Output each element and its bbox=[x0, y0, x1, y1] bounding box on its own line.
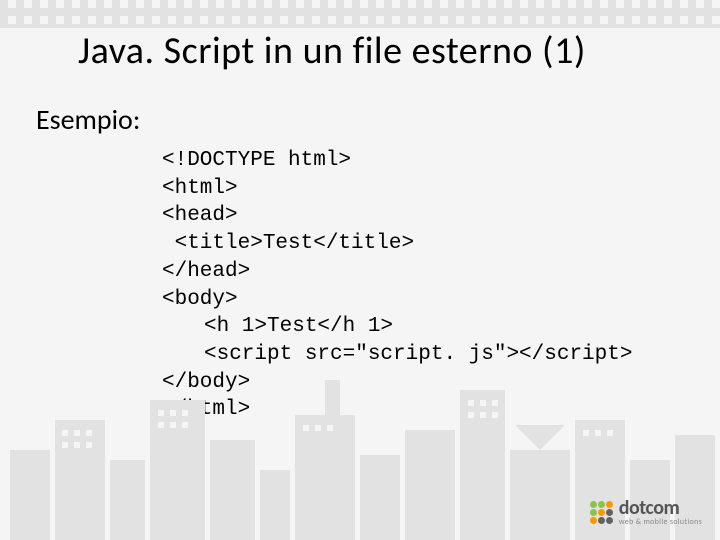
logo-tagline: web & mobile solutions bbox=[619, 518, 702, 526]
code-line: </head> bbox=[162, 260, 250, 283]
code-line: <body> bbox=[162, 288, 238, 311]
code-block: <!DOCTYPE html> <html> <head> <title>Tes… bbox=[0, 137, 720, 424]
code-line: </html> bbox=[162, 398, 250, 421]
code-line: </body> bbox=[162, 371, 250, 394]
top-dot-pattern bbox=[0, 0, 720, 28]
code-line: <h 1>Test</h 1> bbox=[162, 313, 393, 341]
code-line: <head> bbox=[162, 204, 238, 227]
code-line: <!DOCTYPE html> bbox=[162, 149, 351, 172]
code-line: <script src="script. js"></script> bbox=[162, 341, 632, 369]
logo-dots-icon bbox=[590, 501, 613, 524]
example-label: Esempio: bbox=[0, 74, 720, 137]
code-line: <title>Test</title> bbox=[162, 232, 414, 255]
code-line: <html> bbox=[162, 177, 238, 200]
logo-name: dotcom bbox=[619, 498, 702, 518]
brand-logo: dotcom web & mobile solutions bbox=[590, 498, 702, 526]
